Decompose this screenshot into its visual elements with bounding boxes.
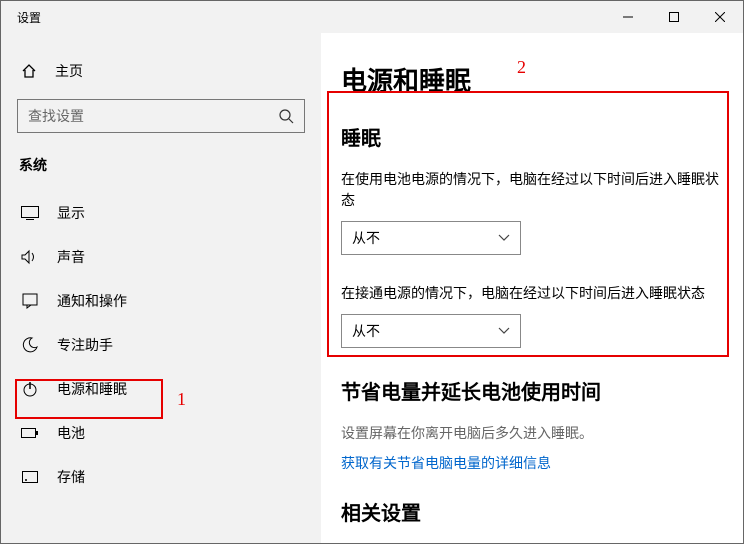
section-sleep-title: 睡眠 — [341, 122, 723, 151]
search-input[interactable]: 查找设置 — [17, 99, 305, 133]
notification-icon — [21, 293, 39, 309]
chevron-down-icon — [498, 234, 510, 242]
battery-icon — [21, 427, 39, 439]
sidebar-item-label: 通知和操作 — [57, 291, 127, 311]
sidebar-item-label: 存储 — [57, 467, 85, 487]
minimize-button[interactable] — [605, 1, 651, 33]
close-button[interactable] — [697, 1, 743, 33]
sidebar-item-label: 电池 — [57, 423, 85, 443]
sleep-plugged-dropdown[interactable]: 从不 — [341, 314, 521, 348]
sound-icon — [21, 249, 39, 265]
annotation-number-2: 2 — [517, 57, 526, 78]
sidebar-item-display[interactable]: 显示 — [17, 191, 305, 235]
sidebar: 主页 查找设置 系统 显示 声音 通知和操作 — [1, 33, 321, 543]
window-controls — [605, 1, 743, 33]
titlebar: 设置 — [1, 1, 743, 33]
storage-icon — [21, 471, 39, 483]
home-link[interactable]: 主页 — [17, 57, 305, 99]
search-placeholder: 查找设置 — [28, 106, 84, 126]
sleep-battery-dropdown[interactable]: 从不 — [341, 221, 521, 255]
sleep-plugged-label: 在接通电源的情况下，电脑在经过以下时间后进入睡眠状态 — [341, 283, 723, 304]
annotation-number-1: 1 — [177, 389, 186, 410]
window-title: 设置 — [1, 9, 41, 26]
chevron-down-icon — [498, 327, 510, 335]
section-save-title: 节省电量并延长电池使用时间 — [341, 376, 723, 405]
sidebar-item-battery[interactable]: 电池 — [17, 411, 305, 455]
main-content: 电源和睡眠 睡眠 在使用电池电源的情况下，电脑在经过以下时间后进入睡眠状态 从不… — [321, 33, 743, 543]
sidebar-item-power[interactable]: 电源和睡眠 — [17, 367, 305, 411]
home-label: 主页 — [55, 61, 83, 81]
maximize-button[interactable] — [651, 1, 697, 33]
moon-icon — [21, 337, 39, 353]
save-link[interactable]: 获取有关节省电脑电量的详细信息 — [341, 453, 723, 473]
sidebar-item-label: 显示 — [57, 203, 85, 223]
sidebar-item-label: 声音 — [57, 247, 85, 267]
sidebar-item-notifications[interactable]: 通知和操作 — [17, 279, 305, 323]
display-icon — [21, 206, 39, 220]
search-icon — [278, 108, 294, 124]
sidebar-item-label: 专注助手 — [57, 335, 113, 355]
sidebar-item-focus[interactable]: 专注助手 — [17, 323, 305, 367]
dropdown-value: 从不 — [352, 321, 380, 341]
save-description: 设置屏幕在你离开电脑后多久进入睡眠。 — [341, 423, 723, 443]
sleep-battery-label: 在使用电池电源的情况下，电脑在经过以下时间后进入睡眠状态 — [341, 169, 723, 211]
category-title: 系统 — [19, 155, 305, 175]
home-icon — [21, 63, 37, 79]
sidebar-item-label: 电源和睡眠 — [57, 379, 127, 399]
sidebar-item-storage[interactable]: 存储 — [17, 455, 305, 499]
page-title: 电源和睡眠 — [341, 61, 723, 98]
dropdown-value: 从不 — [352, 228, 380, 248]
power-icon — [21, 381, 39, 397]
sidebar-item-sound[interactable]: 声音 — [17, 235, 305, 279]
section-related-title: 相关设置 — [341, 497, 723, 526]
